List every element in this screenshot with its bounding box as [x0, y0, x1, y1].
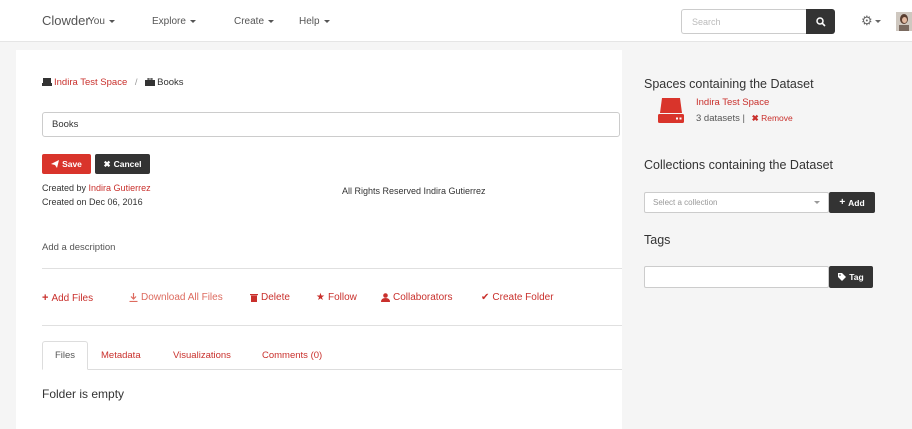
space-dataset-count: 3 datasets | — [696, 113, 745, 124]
plus-icon: + — [839, 197, 846, 208]
chevron-down-icon — [108, 19, 115, 23]
add-tag-button[interactable]: Tag — [829, 266, 873, 288]
delete-button[interactable]: Delete — [250, 292, 290, 303]
remove-label: Remove — [761, 113, 793, 123]
remove-space-button[interactable]: ✖ Remove — [752, 113, 793, 123]
gear-icon: ⚙ — [861, 13, 873, 28]
main-panel — [16, 50, 622, 429]
space-meta: 3 datasets | ✖ Remove — [696, 113, 793, 124]
chevron-down-icon — [189, 19, 196, 23]
collection-select[interactable]: Select a collection — [644, 192, 829, 213]
download-all-label: Download All Files — [141, 292, 223, 303]
close-icon: ✖ — [103, 158, 111, 169]
spaces-heading: Spaces containing the Dataset — [644, 77, 814, 91]
search-input[interactable] — [681, 9, 807, 34]
nav-help[interactable]: Help — [299, 16, 330, 27]
close-icon: ✖ — [751, 113, 759, 123]
follow-label: Follow — [327, 292, 357, 303]
folder-empty-message: Folder is empty — [42, 387, 125, 401]
license-rights[interactable]: All Rights Reserved Indira Gutierrez — [342, 186, 486, 196]
breadcrumb-space-label: Indira Test Space — [54, 77, 128, 88]
collection-select-placeholder: Select a collection — [653, 198, 718, 207]
tab-files-label: Files — [54, 350, 76, 361]
tab-comments[interactable]: Comments (0) — [262, 350, 322, 361]
nav-you[interactable]: You — [88, 16, 115, 27]
nav-explore[interactable]: Explore — [152, 16, 196, 27]
trash-icon — [250, 294, 258, 302]
briefcase-icon — [145, 78, 156, 86]
user-icon — [381, 293, 390, 302]
cancel-button-label: Cancel — [113, 159, 142, 169]
tag-input[interactable] — [644, 266, 829, 288]
hdd-icon — [658, 98, 684, 123]
add-collection-button[interactable]: + Add — [829, 192, 875, 213]
nav-create-label: Create — [234, 16, 265, 27]
chevron-down-icon — [323, 19, 330, 23]
settings-menu[interactable]: ⚙ — [861, 13, 881, 29]
breadcrumb-current: Books — [145, 77, 184, 88]
avatar[interactable] — [896, 12, 912, 31]
collaborators-label: Collaborators — [393, 292, 453, 303]
follow-button[interactable]: ★ Follow — [316, 292, 357, 303]
nav-create[interactable]: Create — [234, 16, 275, 27]
search-button[interactable] — [806, 9, 835, 34]
add-files-label: Add Files — [51, 292, 94, 304]
create-folder-button[interactable]: ✔ Create Folder — [481, 292, 554, 303]
nav-help-label: Help — [299, 16, 320, 27]
creator-link[interactable]: Indira Gutierrez — [89, 183, 151, 193]
chevron-down-icon — [814, 201, 820, 204]
cancel-button[interactable]: ✖ Cancel — [95, 154, 150, 174]
divider — [42, 268, 622, 269]
tag-label: Tag — [849, 272, 864, 282]
delete-label: Delete — [261, 292, 290, 303]
search-icon — [815, 16, 826, 27]
space-name-link[interactable]: Indira Test Space — [696, 97, 769, 108]
add-description-link[interactable]: Add a description — [42, 242, 115, 253]
add-files-button[interactable]: + Add Files — [42, 292, 93, 304]
plus-icon: + — [42, 292, 49, 304]
collaborators-button[interactable]: Collaborators — [381, 292, 452, 303]
dataset-name-input[interactable] — [42, 112, 620, 137]
save-button-label: Save — [62, 159, 82, 169]
tab-visualizations[interactable]: Visualizations — [173, 350, 231, 361]
top-navbar: Clowder You Explore Create Help ⚙ — [0, 0, 912, 42]
save-button[interactable]: Save — [42, 154, 91, 174]
collections-heading: Collections containing the Dataset — [644, 158, 834, 172]
download-all-button[interactable]: Download All Files — [129, 292, 223, 303]
created-by-prefix: Created by — [42, 183, 87, 193]
chevron-down-icon — [874, 20, 881, 24]
tab-metadata[interactable]: Metadata — [101, 350, 141, 361]
send-icon — [51, 160, 60, 168]
check-icon: ✔ — [481, 292, 490, 303]
hdd-icon — [42, 78, 52, 86]
breadcrumb: Indira Test Space / Books — [42, 77, 184, 88]
star-icon: ★ — [316, 292, 325, 303]
download-icon — [129, 293, 138, 302]
breadcrumb-current-label: Books — [157, 77, 184, 88]
tags-heading: Tags — [644, 233, 671, 247]
nav-you-label: You — [88, 16, 105, 27]
tab-files[interactable]: Files — [42, 341, 88, 370]
space-link[interactable] — [658, 98, 684, 127]
tabs-border — [42, 369, 622, 370]
divider — [42, 325, 622, 326]
breadcrumb-separator: / — [134, 77, 138, 88]
brand-logo[interactable]: Clowder — [42, 13, 90, 28]
tag-icon — [838, 273, 847, 281]
created-on: Created on Dec 06, 2016 — [42, 197, 143, 207]
user-avatar-icon — [896, 12, 912, 31]
add-label: Add — [848, 197, 865, 208]
create-folder-label: Create Folder — [492, 292, 554, 303]
chevron-down-icon — [268, 19, 275, 23]
created-by: Created by Indira Gutierrez — [42, 183, 151, 193]
breadcrumb-space-link[interactable]: Indira Test Space — [42, 77, 127, 88]
nav-explore-label: Explore — [152, 16, 186, 27]
